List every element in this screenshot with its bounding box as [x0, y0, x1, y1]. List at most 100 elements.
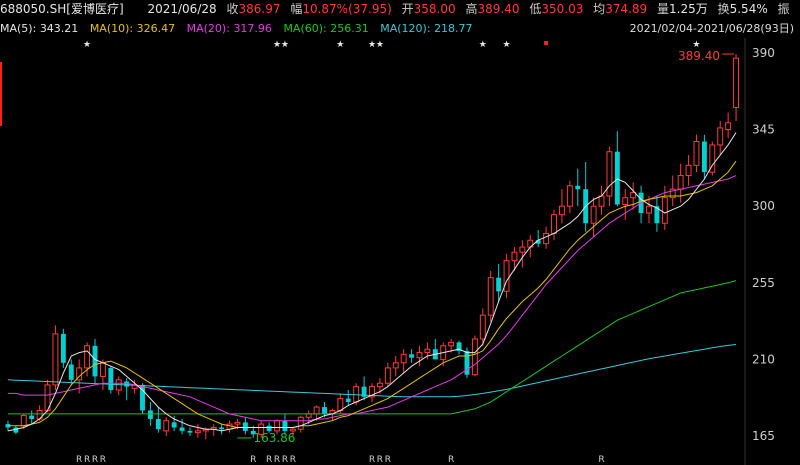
date-range[interactable]: 2021/02/04-2021/06/28(93日): [630, 20, 794, 36]
candle-body: [282, 420, 288, 431]
avg-label: 均: [593, 2, 606, 16]
candle-body: [60, 333, 66, 363]
star-marker: ★: [273, 40, 281, 50]
ma120-label: MA(120):: [380, 22, 431, 35]
r-label: R: [250, 455, 256, 465]
r-label: R: [84, 455, 90, 465]
candlestick-chart[interactable]: 165210255300345390★ ★ ★ ★ ★ ★ ★ ★ ★R R R R R R R R R R R R R…: [0, 38, 800, 465]
candle-body: [543, 232, 550, 245]
candle-body: [471, 338, 478, 376]
candle-body: [274, 420, 280, 432]
candle-body: [20, 415, 27, 427]
candle-body: [717, 127, 724, 146]
candle-body: [52, 333, 59, 386]
y-tick-label: 345: [752, 123, 775, 137]
candle-body: [187, 430, 193, 433]
r-label: R: [274, 455, 280, 465]
r-label: R: [448, 455, 454, 465]
candle-body: [685, 164, 692, 177]
high-value: 389.40: [477, 2, 520, 16]
y-tick-label: 390: [752, 46, 775, 60]
high-annotation: 389.40: [678, 49, 720, 63]
r-label: R: [92, 455, 98, 465]
change-value: 10.87%(37.95): [302, 2, 392, 16]
high-label: 高: [465, 2, 478, 16]
quote-date: 2021/06/28: [147, 2, 217, 16]
ma10-label: MA(10):: [89, 22, 134, 35]
y-tick-label: 255: [752, 276, 775, 290]
candle-body: [99, 362, 106, 377]
change-label: 幅: [290, 2, 303, 16]
turnover-label: 换: [717, 2, 730, 16]
candle-body: [409, 354, 415, 358]
r-label: R: [290, 455, 296, 465]
star-marker: ★: [336, 40, 344, 50]
candle-body: [416, 352, 423, 359]
stock-code: 688050.SH: [0, 2, 67, 16]
open-label: 开: [401, 2, 414, 16]
ma60-legend[interactable]: MA(60): 256.31: [283, 22, 368, 35]
r-label: R: [266, 455, 272, 465]
candle-body: [179, 427, 185, 431]
candle-body: [622, 197, 629, 205]
candle-body: [242, 422, 248, 431]
candle-body: [322, 407, 327, 414]
low-label: 低: [529, 2, 542, 16]
candle-body: [424, 348, 431, 354]
y-tick-label: 210: [752, 352, 775, 366]
close-value: 386.97: [238, 2, 281, 16]
stock-name: [爱博医疗]: [66, 2, 124, 16]
candle-body: [551, 214, 557, 234]
candle-body: [661, 197, 668, 224]
close-label: 收: [226, 2, 239, 16]
star-marker: ★: [281, 40, 289, 50]
ma5-label: MA(5):: [0, 22, 37, 35]
candle-body: [124, 381, 130, 387]
ma120-legend[interactable]: MA(120): 218.77: [380, 22, 472, 35]
ma20-label: MA(20):: [186, 22, 230, 35]
candle-body: [337, 398, 344, 411]
candle-body: [646, 205, 652, 214]
candle-body: [68, 364, 74, 380]
star-marker: ★: [83, 40, 91, 50]
ma20-legend[interactable]: MA(20): 317.96: [187, 22, 272, 35]
candle-body: [84, 345, 91, 369]
candle-body: [108, 367, 114, 391]
r-label: R: [598, 455, 604, 465]
candle-body: [511, 251, 518, 262]
candle-body: [297, 416, 304, 430]
r-label: R: [100, 455, 106, 465]
star-marker: ★: [368, 40, 376, 50]
volume-value: 1.25万: [669, 2, 708, 16]
open-value: 358.00: [413, 2, 456, 16]
candle-body: [558, 205, 565, 216]
candle-body: [392, 362, 399, 369]
low-annotation: 163.86: [253, 431, 295, 445]
star-marker: ★: [479, 40, 487, 50]
candle-body: [171, 422, 177, 428]
candle-body: [575, 185, 581, 190]
candle-body: [376, 382, 383, 388]
candle-body: [313, 406, 320, 415]
candle-body: [487, 277, 494, 316]
candle-body: [614, 151, 620, 205]
candle-body: [163, 420, 170, 432]
left-marker: [0, 62, 2, 126]
candle-body: [598, 195, 605, 207]
ma60-label: MA(60):: [283, 22, 327, 35]
ma10-legend[interactable]: MA(10): 326.47: [90, 22, 175, 35]
candle-body: [234, 421, 241, 425]
ma5-legend[interactable]: MA(5): 343.21: [0, 22, 78, 35]
candle-body: [725, 122, 732, 131]
r-label: R: [76, 455, 82, 465]
star-marker: ★: [502, 40, 510, 50]
turnover-value: 5.54%: [729, 2, 768, 16]
volume-label: 量: [657, 2, 670, 16]
event-marker: [544, 41, 549, 45]
candle-body: [606, 151, 613, 197]
candle-body: [194, 430, 201, 434]
candle-body: [677, 175, 684, 190]
candle-body: [448, 341, 455, 347]
y-tick-label: 300: [752, 199, 775, 213]
avg-value: 374.89: [605, 2, 648, 16]
